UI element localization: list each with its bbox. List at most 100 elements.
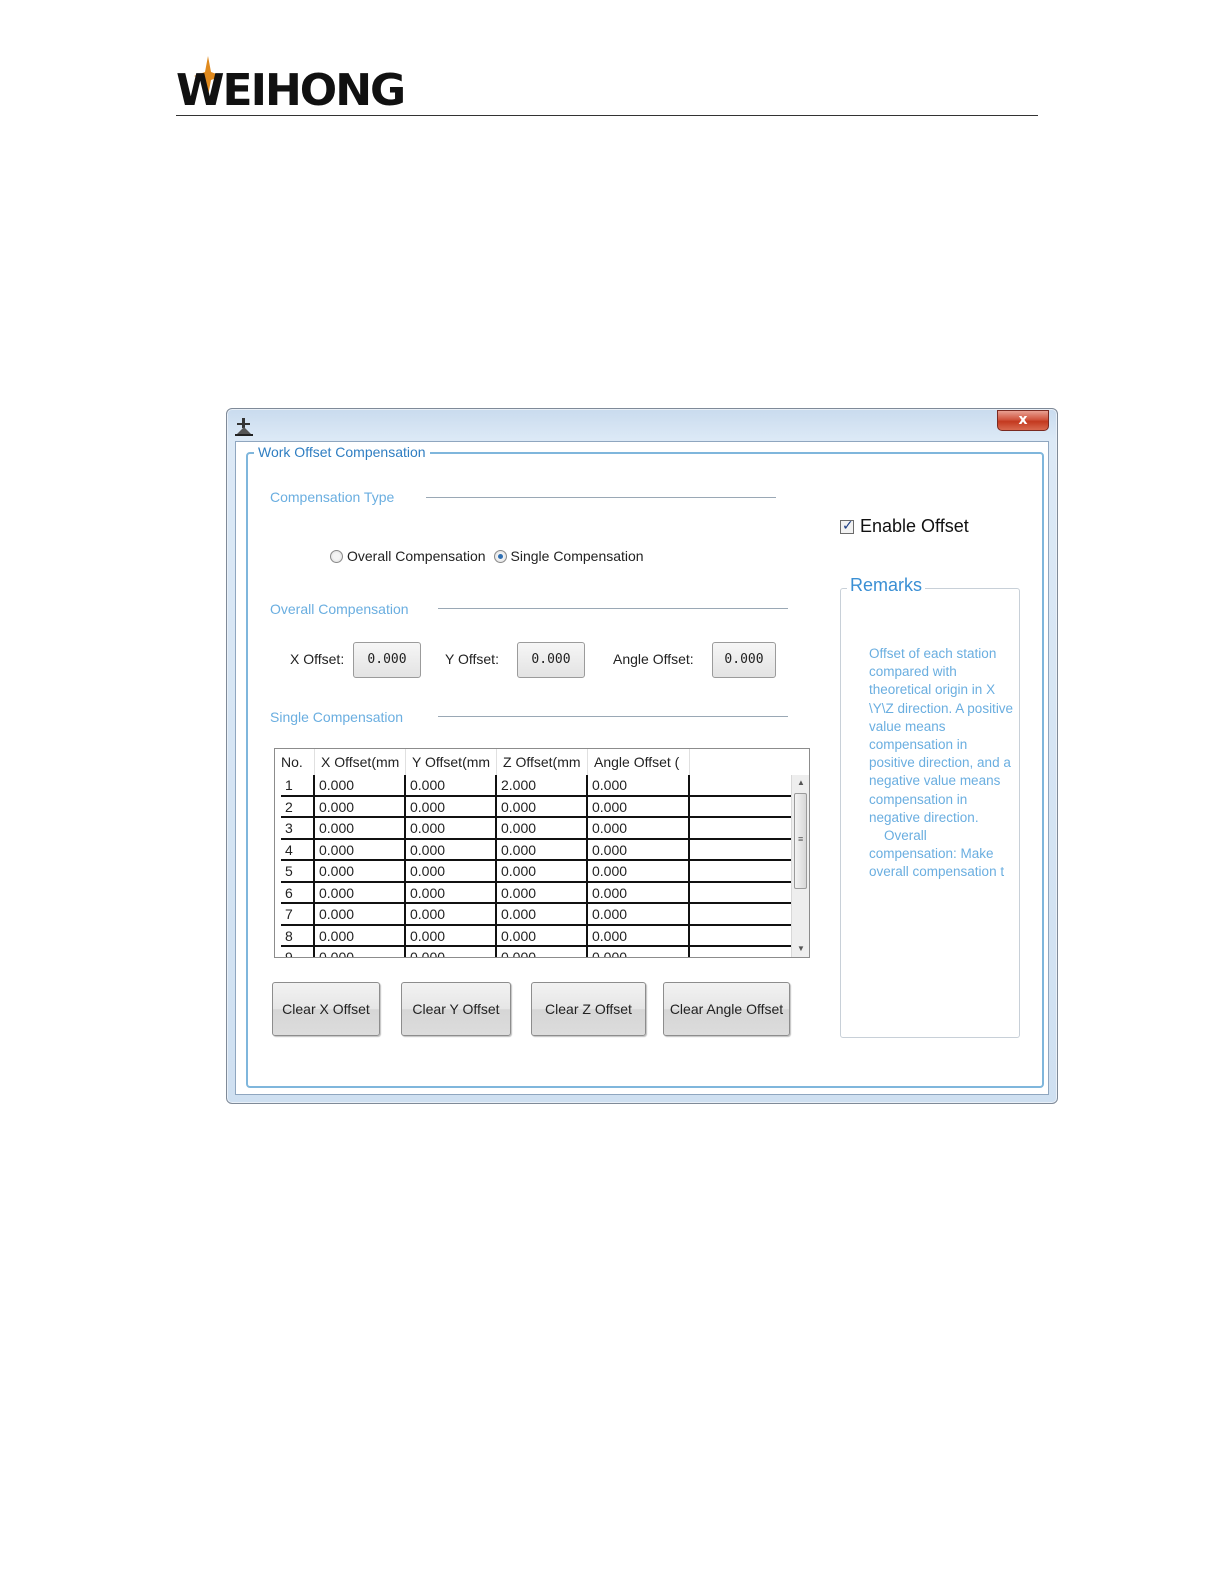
- table-cell[interactable]: 0.000: [588, 904, 690, 924]
- y-offset-label: Y Offset:: [445, 651, 499, 667]
- table-cell: 5: [281, 861, 315, 881]
- table-cell[interactable]: [690, 775, 791, 795]
- table-cell[interactable]: 0.000: [406, 775, 497, 795]
- table-row[interactable]: 3 0.000 0.000 0.000 0.000: [281, 818, 791, 840]
- x-offset-input[interactable]: 0.000: [353, 642, 421, 678]
- table-cell[interactable]: 0.000: [406, 904, 497, 924]
- scroll-down-icon[interactable]: ▼: [792, 941, 809, 957]
- x-offset-label: X Offset:: [290, 651, 345, 667]
- table-cell[interactable]: 0.000: [588, 947, 690, 957]
- table-row[interactable]: 1 0.000 0.000 2.000 0.000: [281, 775, 791, 797]
- table-cell[interactable]: 0.000: [497, 796, 588, 816]
- table-row[interactable]: 7 0.000 0.000 0.000 0.000: [281, 904, 791, 926]
- table-cell[interactable]: 0.000: [315, 947, 406, 957]
- column-header-x-offset[interactable]: X Offset(mm: [315, 749, 406, 775]
- table-row[interactable]: 6 0.000 0.000 0.000 0.000: [281, 882, 791, 904]
- work-offset-group: Work Offset Compensation Compensation Ty…: [246, 442, 1044, 1088]
- table-cell[interactable]: [690, 861, 791, 881]
- overall-compensation-radio[interactable]: [330, 549, 343, 563]
- grip-icon: ≡: [798, 834, 804, 844]
- table-cell[interactable]: 0.000: [406, 947, 497, 957]
- table-cell[interactable]: 0.000: [315, 796, 406, 816]
- table-scrollbar[interactable]: ▲ ≡ ▼: [791, 775, 809, 957]
- column-header-z-offset[interactable]: Z Offset(mm: [497, 749, 588, 775]
- table-cell[interactable]: 0.000: [406, 839, 497, 859]
- header-rule: [176, 115, 1038, 116]
- column-header-angle-offset[interactable]: Angle Offset (: [588, 749, 690, 775]
- table-cell[interactable]: 0.000: [588, 861, 690, 881]
- enable-offset-row[interactable]: ✓ Enable Offset: [840, 516, 969, 537]
- table-row[interactable]: 8 0.000 0.000 0.000 0.000: [281, 925, 791, 947]
- table-cell[interactable]: 0.000: [497, 925, 588, 945]
- logo-text: WEIHONG: [176, 65, 406, 116]
- table-cell[interactable]: [690, 883, 791, 903]
- table-cell[interactable]: 0.000: [497, 839, 588, 859]
- table-cell[interactable]: [690, 840, 791, 860]
- table-cell[interactable]: 0.000: [315, 925, 406, 945]
- y-offset-input[interactable]: 0.000: [517, 642, 585, 678]
- scroll-thumb[interactable]: ≡: [794, 793, 807, 889]
- table-cell[interactable]: 0.000: [315, 904, 406, 924]
- table-cell[interactable]: 0.000: [406, 796, 497, 816]
- single-compensation-section-label: Single Compensation: [270, 708, 410, 726]
- close-button[interactable]: x: [997, 410, 1049, 431]
- table-cell[interactable]: 0.000: [497, 947, 588, 957]
- work-offset-window: x Work Offset Compensation Compensation …: [226, 408, 1058, 1104]
- clear-y-offset-button[interactable]: Clear Y Offset: [401, 982, 511, 1036]
- section-divider: [438, 716, 788, 717]
- table-cell[interactable]: 0.000: [588, 775, 690, 795]
- table-cell: 1: [281, 775, 315, 795]
- title-bar[interactable]: x: [227, 409, 1057, 443]
- column-header-y-offset[interactable]: Y Offset(mm: [406, 749, 497, 775]
- overall-compensation-label[interactable]: Overall Compensation: [347, 548, 486, 564]
- angle-offset-input[interactable]: 0.000: [712, 642, 776, 678]
- table-cell[interactable]: 0.000: [497, 904, 588, 924]
- table-cell[interactable]: [690, 818, 791, 838]
- table-row[interactable]: 5 0.000 0.000 0.000 0.000: [281, 861, 791, 883]
- clear-x-offset-button[interactable]: Clear X Offset: [272, 982, 380, 1036]
- table-row[interactable]: 2 0.000 0.000 0.000 0.000: [281, 796, 791, 818]
- section-divider: [426, 497, 776, 498]
- scroll-up-icon[interactable]: ▲: [792, 775, 809, 791]
- table-cell[interactable]: 0.000: [315, 882, 406, 902]
- table-cell[interactable]: 0.000: [315, 861, 406, 881]
- table-cell[interactable]: 0.000: [406, 861, 497, 881]
- table-cell[interactable]: [690, 797, 791, 817]
- group-title: Work Offset Compensation: [254, 442, 430, 462]
- table-cell[interactable]: 0.000: [406, 925, 497, 945]
- table-cell[interactable]: 0.000: [588, 796, 690, 816]
- table-cell[interactable]: 2.000: [497, 775, 588, 795]
- compensation-type-radios: Overall Compensation Single Compensation: [330, 548, 652, 564]
- single-compensation-label[interactable]: Single Compensation: [511, 548, 644, 564]
- table-cell[interactable]: 0.000: [588, 818, 690, 838]
- column-header-no[interactable]: No.: [275, 749, 315, 775]
- table-cell[interactable]: 0.000: [588, 882, 690, 902]
- column-header-blank: [690, 749, 791, 775]
- table-cell[interactable]: [690, 904, 791, 924]
- compensation-type-label: Compensation Type: [270, 488, 401, 506]
- table-cell[interactable]: 0.000: [497, 818, 588, 838]
- table-cell[interactable]: 0.000: [588, 839, 690, 859]
- clear-z-offset-button[interactable]: Clear Z Offset: [531, 982, 646, 1036]
- table-cell[interactable]: [690, 926, 791, 946]
- table-cell[interactable]: 0.000: [588, 925, 690, 945]
- table-cell[interactable]: 0.000: [406, 818, 497, 838]
- overall-compensation-section-label: Overall Compensation: [270, 600, 415, 618]
- table-cell[interactable]: [690, 947, 791, 957]
- table-cell[interactable]: 0.000: [497, 861, 588, 881]
- table-cell: 4: [281, 839, 315, 859]
- table-cell[interactable]: 0.000: [497, 882, 588, 902]
- table-cell[interactable]: 0.000: [315, 839, 406, 859]
- table-cell[interactable]: 0.000: [315, 818, 406, 838]
- enable-offset-checkbox[interactable]: ✓: [840, 517, 854, 534]
- single-compensation-table: No. X Offset(mm Y Offset(mm Z Offset(mm …: [274, 748, 810, 958]
- table-cell[interactable]: 0.000: [406, 882, 497, 902]
- table-row[interactable]: 4 0.000 0.000 0.000 0.000: [281, 839, 791, 861]
- table-row[interactable]: 9 0.000 0.000 0.000 0.000: [281, 947, 791, 957]
- clear-angle-offset-button[interactable]: Clear Angle Offset: [663, 982, 790, 1036]
- weihong-logo: WEIHONG: [176, 56, 436, 116]
- table-body: 1 0.000 0.000 2.000 0.000 2 0.000 0.000 0.000 0.0…: [281, 775, 791, 957]
- enable-offset-label[interactable]: Enable Offset: [860, 516, 969, 537]
- table-cell[interactable]: 0.000: [315, 775, 406, 795]
- single-compensation-radio[interactable]: [493, 549, 507, 563]
